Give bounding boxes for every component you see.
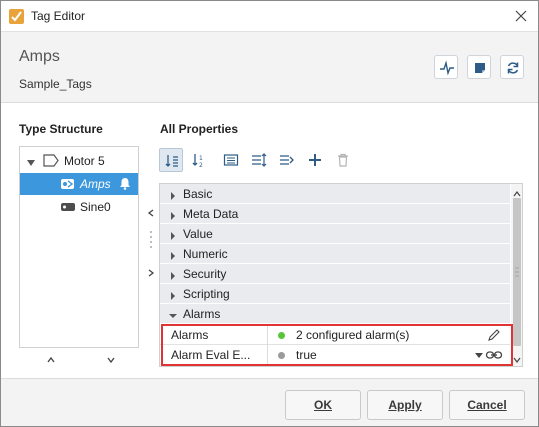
binding-icon[interactable] — [485, 348, 503, 362]
caret-right-icon — [168, 209, 178, 220]
tag-name: Amps — [19, 48, 60, 65]
all-properties-label: All Properties — [160, 122, 239, 136]
ok-button[interactable]: OK — [285, 390, 361, 420]
property-name: Alarm Eval E... — [171, 348, 251, 362]
category-basic[interactable]: Basic — [160, 184, 510, 204]
title-bar: Tag Editor — [1, 1, 538, 31]
tag-header: Amps Sample_Tags — [1, 31, 538, 103]
category-label: Alarms — [183, 307, 221, 321]
cancel-label: Cancel — [467, 398, 507, 412]
property-row-alarm-eval-enabled[interactable]: Alarm Eval E... true — [160, 345, 510, 365]
status-dot-gray — [278, 352, 285, 359]
category-label: Meta Data — [183, 207, 239, 221]
expand-all-button[interactable] — [247, 148, 271, 172]
refresh-button[interactable] — [500, 55, 524, 79]
properties-toolbar: 12 — [159, 148, 359, 174]
collapse-all-button[interactable] — [275, 148, 299, 172]
caret-right-icon — [168, 189, 178, 200]
caret-right-icon — [168, 289, 178, 300]
scroll-thumb[interactable] — [513, 198, 521, 346]
category-label: Scripting — [183, 287, 230, 301]
tag-alarm-icon — [60, 177, 76, 194]
property-row-alarms[interactable]: Alarms 2 configured alarm(s) — [160, 325, 510, 345]
tree-scroll-down-icon[interactable] — [106, 353, 116, 364]
collapse-right-icon[interactable] — [146, 266, 156, 277]
apply-label: Apply — [388, 398, 422, 412]
notes-button[interactable] — [467, 55, 491, 79]
tree-item-label: Sine0 — [80, 200, 111, 214]
properties-scrollbar[interactable] — [511, 184, 522, 366]
tag-icon — [60, 200, 76, 217]
property-name: Alarms — [171, 328, 209, 342]
close-icon[interactable] — [512, 7, 530, 25]
window-title: Tag Editor — [31, 9, 86, 23]
app-icon — [9, 9, 24, 24]
tag-history-button[interactable] — [434, 55, 458, 79]
add-button[interactable] — [303, 148, 327, 172]
tree-item-sine0[interactable]: Sine0 — [20, 196, 138, 218]
ok-label: OK — [314, 398, 332, 412]
category-numeric[interactable]: Numeric — [160, 244, 510, 264]
property-value: true — [296, 348, 317, 362]
svg-text:1: 1 — [199, 155, 203, 162]
collapse-left-icon[interactable] — [146, 206, 156, 217]
udt-instance-icon — [43, 154, 59, 170]
dialog-footer: OK Apply Cancel — [1, 378, 538, 426]
pencil-icon[interactable] — [487, 328, 501, 342]
category-label: Basic — [183, 187, 213, 201]
delete-button[interactable] — [331, 148, 355, 172]
caret-right-icon — [168, 249, 178, 260]
apply-button[interactable]: Apply — [367, 390, 443, 420]
splitter-grip-icon[interactable] — [148, 229, 154, 251]
sort-alphabetical-button[interactable]: 12 — [187, 148, 211, 172]
svg-text:2: 2 — [199, 162, 203, 168]
tree-scroll-up-icon[interactable] — [46, 353, 56, 363]
type-structure-label: Type Structure — [19, 122, 103, 136]
sort-by-category-button[interactable] — [159, 148, 183, 172]
category-label: Value — [183, 227, 213, 241]
tree-item-label: Amps — [80, 177, 111, 191]
tag-editor-window: Tag Editor Amps Sample_Tags Type Structu… — [0, 0, 539, 427]
bell-icon — [119, 177, 131, 193]
caret-right-icon — [168, 269, 178, 280]
category-scripting[interactable]: Scripting — [160, 284, 510, 304]
property-value: 2 configured alarm(s) — [296, 328, 410, 342]
type-structure-tree: Motor 5 Amps Sine0 — [19, 146, 139, 348]
tag-path: Sample_Tags — [19, 77, 92, 91]
status-dot-green — [278, 332, 285, 339]
category-security[interactable]: Security — [160, 264, 510, 284]
expand-caret-icon[interactable] — [26, 156, 36, 171]
show-all-button[interactable] — [219, 148, 243, 172]
cancel-button[interactable]: Cancel — [449, 390, 525, 420]
category-meta-data[interactable]: Meta Data — [160, 204, 510, 224]
scroll-down-icon[interactable] — [513, 352, 521, 363]
category-value[interactable]: Value — [160, 224, 510, 244]
category-label: Numeric — [183, 247, 228, 261]
scroll-up-icon[interactable] — [513, 186, 521, 197]
properties-grid: Basic Meta Data Value Numeric Security S… — [159, 183, 523, 367]
caret-down-icon — [168, 309, 178, 319]
caret-right-icon — [168, 229, 178, 240]
category-label: Security — [183, 267, 227, 281]
tree-item-label: Motor 5 — [64, 154, 105, 168]
tree-item-motor5[interactable]: Motor 5 — [20, 150, 138, 172]
tree-item-amps[interactable]: Amps — [20, 173, 138, 195]
category-alarms[interactable]: Alarms — [160, 304, 510, 324]
column-divider — [267, 345, 268, 365]
column-divider — [267, 325, 268, 345]
